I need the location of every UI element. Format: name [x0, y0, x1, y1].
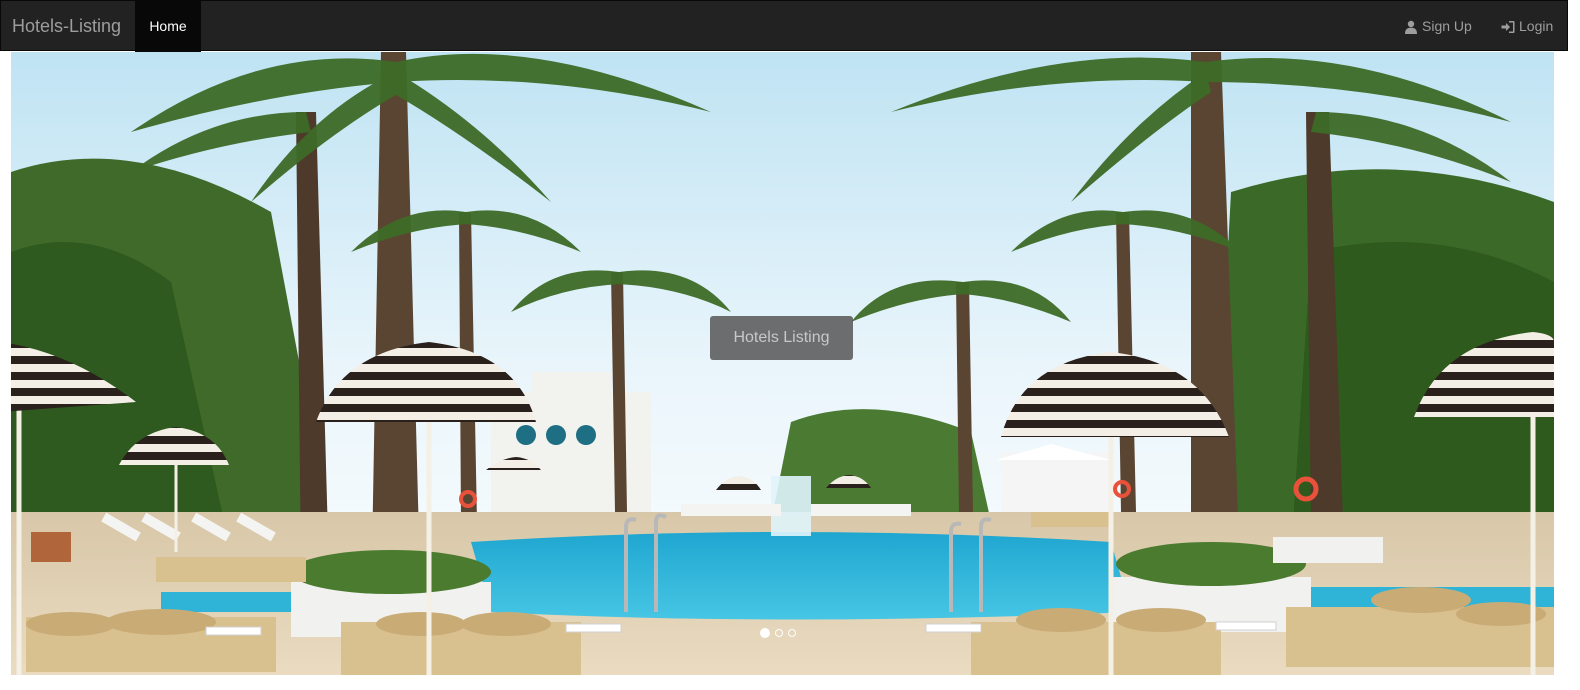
nav-home-link[interactable]: Home — [135, 1, 201, 52]
login-link[interactable]: Login — [1501, 1, 1553, 52]
login-label: Login — [1519, 18, 1554, 34]
signup-link[interactable]: Sign Up — [1404, 1, 1472, 52]
page-edge — [1568, 0, 1580, 690]
user-icon — [1404, 20, 1418, 34]
signup-label: Sign Up — [1422, 18, 1472, 34]
carousel-indicator[interactable] — [775, 629, 783, 637]
carousel-indicator[interactable] — [788, 629, 796, 637]
carousel-indicators — [760, 628, 796, 638]
login-icon — [1501, 20, 1515, 34]
carousel-caption: Hotels Listing — [710, 316, 853, 360]
carousel-indicator[interactable] — [760, 628, 770, 638]
pool-scene-image — [11, 52, 1554, 675]
navbar-brand[interactable]: Hotels-Listing — [12, 1, 121, 52]
top-navbar: Hotels-Listing Home Sign Up Login — [0, 0, 1568, 52]
hero-carousel[interactable]: Hotels Listing — [11, 52, 1554, 675]
